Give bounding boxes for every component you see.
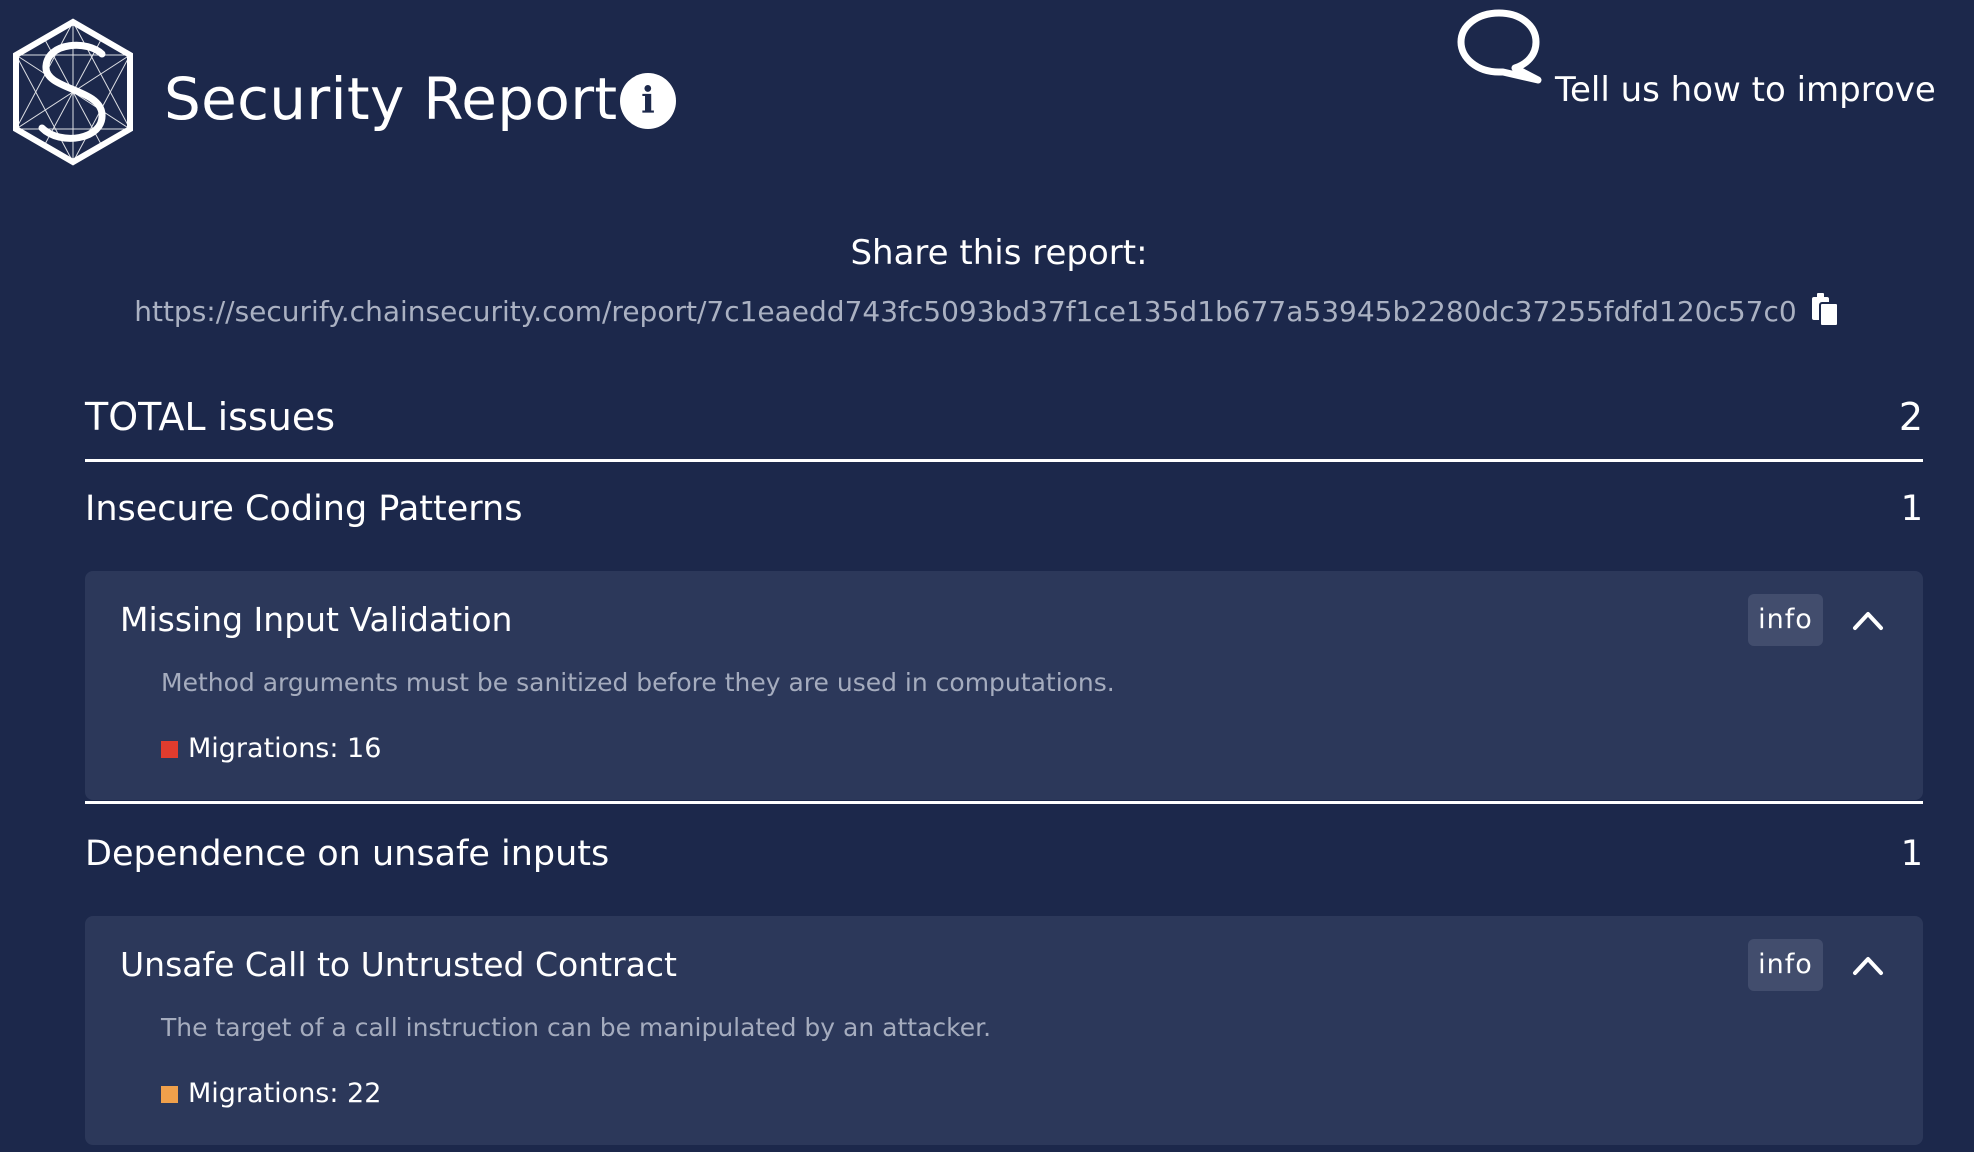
page-title: Security Report	[164, 65, 618, 133]
info-icon[interactable]: i	[620, 73, 676, 129]
severity-swatch	[161, 741, 178, 758]
issue-location-label: Migrations: 16	[188, 733, 382, 764]
issue-title: Missing Input Validation	[120, 600, 513, 639]
clipboard-icon[interactable]	[1810, 292, 1840, 328]
feedback-label: Tell us how to improve	[1555, 70, 1936, 110]
share-url[interactable]: https://securify.chainsecurity.com/repor…	[134, 290, 1796, 334]
category-name: Dependence on unsafe inputs	[85, 834, 610, 874]
category-name: Insecure Coding Patterns	[85, 489, 523, 529]
chevron-up-icon[interactable]	[1848, 604, 1888, 634]
category-count: 1	[1900, 834, 1923, 874]
chevron-up-icon[interactable]	[1848, 949, 1888, 979]
total-issues-label: TOTAL issues	[85, 395, 336, 439]
severity-badge: info	[1748, 939, 1823, 991]
total-issues-count: 2	[1898, 395, 1923, 439]
issue-description: The target of a call instruction can be …	[161, 1013, 992, 1042]
issue-location-label: Migrations: 22	[188, 1078, 382, 1109]
feedback-link[interactable]: Tell us how to improve	[1455, 8, 1936, 118]
issue-card: Missing Input Validation info Method arg…	[85, 571, 1923, 800]
issue-card: Unsafe Call to Untrusted Contract info T…	[85, 916, 1923, 1145]
securify-logo-icon[interactable]	[8, 18, 138, 166]
speech-bubble-icon	[1457, 9, 1542, 84]
category-header[interactable]: Dependence on unsafe inputs 1	[85, 824, 1923, 884]
category-count: 1	[1900, 489, 1923, 529]
category-header[interactable]: Insecure Coding Patterns 1	[85, 479, 1923, 539]
severity-badge: info	[1748, 594, 1823, 646]
section-divider	[85, 801, 1923, 804]
issue-title: Unsafe Call to Untrusted Contract	[120, 945, 677, 984]
issue-description: Method arguments must be sanitized befor…	[161, 668, 1115, 697]
severity-swatch	[161, 1086, 178, 1103]
report-header: Security Report i Tell us how to improve	[0, 0, 1974, 200]
share-url-row: https://securify.chainsecurity.com/repor…	[0, 290, 1974, 334]
share-title: Share this report:	[850, 233, 1148, 273]
total-issues-row: TOTAL issues 2	[85, 385, 1923, 462]
